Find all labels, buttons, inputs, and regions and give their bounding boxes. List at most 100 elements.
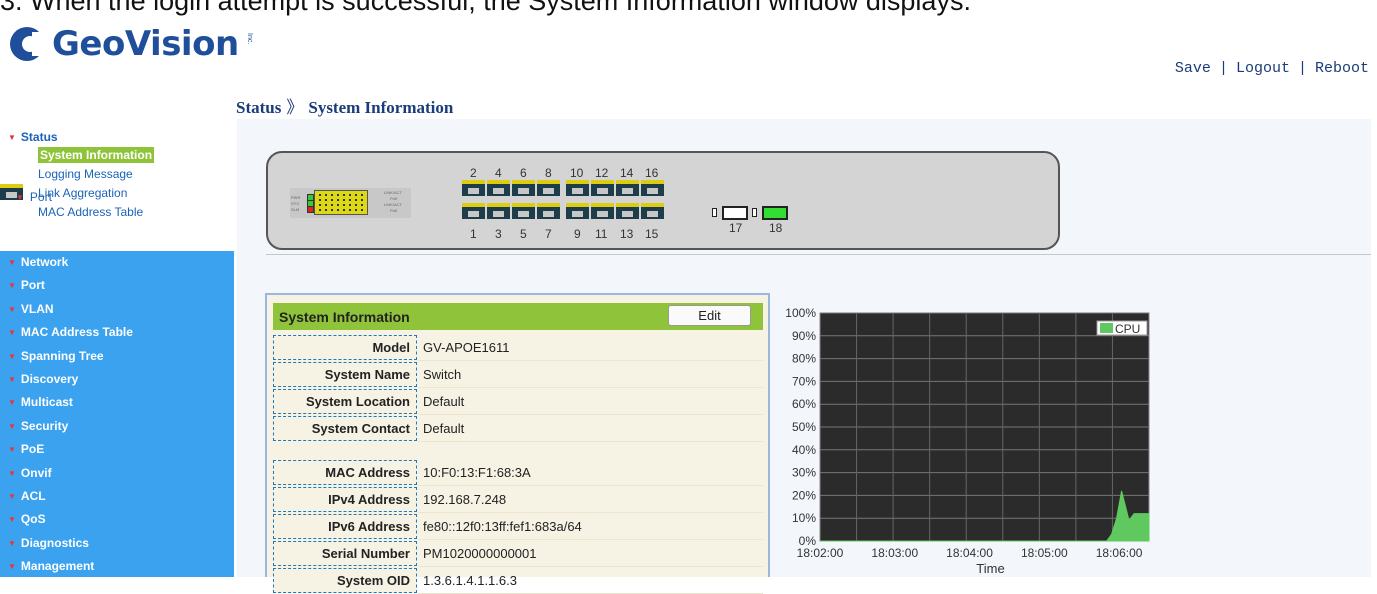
ethernet-port[interactable] <box>641 180 664 196</box>
ethernet-port[interactable] <box>616 203 639 219</box>
sidebar-item-label: Security <box>20 418 69 433</box>
ethernet-port[interactable] <box>487 203 510 219</box>
led-label: SYS <box>291 201 300 206</box>
sidebar-item-diagnostics[interactable]: ▼ Diagnostics <box>0 532 234 555</box>
sidebar-item-label: MAC Address Table <box>20 325 133 340</box>
sidebar-item-port-group[interactable]: ▼ Port <box>0 184 52 204</box>
info-label: System OID <box>273 568 417 593</box>
collapsed-triangle-icon: ▼ <box>8 281 16 291</box>
sidebar-item-acl[interactable]: ▼ ACL <box>0 485 234 508</box>
breadcrumb-chevron-icon: 》 <box>286 98 304 117</box>
sidebar-item-onvif[interactable]: ▼ Onvif <box>0 462 234 485</box>
instruction-caption: 3. When the login attempt is successful,… <box>0 0 971 16</box>
collapsed-triangle-icon: ▼ <box>8 374 16 384</box>
sidebar-item-label: Network <box>20 255 69 269</box>
header-links: Save | Logout | Reboot <box>1175 60 1369 77</box>
info-value: Default <box>423 394 465 409</box>
port-number: 16 <box>645 166 659 180</box>
sidebar-item-label: PoE <box>20 442 45 457</box>
sidebar-item-qos[interactable]: ▼ QoS <box>0 508 234 531</box>
ethernet-port[interactable] <box>641 203 664 219</box>
link-separator: | <box>1297 60 1307 77</box>
expanded-triangle-icon: ▼ <box>8 133 16 142</box>
ethernet-port[interactable] <box>537 203 560 219</box>
sidebar-item-mac-address-table[interactable]: ▼ MAC Address Table <box>0 321 234 344</box>
system-information-panel: System Information Edit Model GV-APOE1611… <box>265 293 770 594</box>
collapsed-triangle-icon: ▼ <box>8 258 16 267</box>
sidebar-item-vlan[interactable]: ▼ VLAN <box>0 298 234 321</box>
ethernet-port[interactable] <box>487 180 510 196</box>
sidebar-item-label: MAC Address Table <box>38 205 144 219</box>
sidebar-item-spanning-tree[interactable]: ▼ Spanning Tree <box>0 345 234 368</box>
collapsed-triangle-icon: ▼ <box>8 491 16 501</box>
sfp-port[interactable] <box>762 206 788 220</box>
y-tick-label: 40% <box>792 443 816 457</box>
switch-front-panel: PWR SYS SLM LINK/ACT PoE LINK/ACT PoE 2 1… <box>266 151 1060 250</box>
ethernet-port[interactable] <box>512 203 535 219</box>
sidebar-item-label: ACL <box>20 488 46 503</box>
ethernet-port[interactable] <box>537 180 560 196</box>
system-led-block: PWR SYS SLM LINK/ACT PoE LINK/ACT PoE <box>290 188 411 218</box>
info-row-ipv4-address: IPv4 Address 192.168.7.248 <box>273 487 763 513</box>
sidebar-item-mac-address-table-status[interactable]: MAC Address Table <box>0 203 234 222</box>
x-tick-label: 18:02:00 <box>797 546 844 560</box>
ethernet-port[interactable] <box>462 180 485 196</box>
led-legend: PoE <box>390 196 398 201</box>
logo-text: GeoVision <box>52 24 239 64</box>
info-label: Model <box>273 335 417 360</box>
sidebar-item-label: VLAN <box>20 301 54 316</box>
led-label: SLM <box>291 207 300 212</box>
collapsed-triangle-icon: ▼ <box>8 421 16 431</box>
sidebar-item-status[interactable]: ▼ Status <box>0 128 234 146</box>
sidebar-item-system-information[interactable]: System Information <box>0 146 234 165</box>
info-label: IPv6 Address <box>273 514 417 539</box>
collapsed-triangle-icon: ▼ <box>8 304 16 314</box>
logout-link[interactable]: Logout <box>1236 60 1290 77</box>
sidebar-item-network[interactable]: ▼ Network <box>0 251 234 274</box>
sidebar-item-security[interactable]: ▼ Security <box>0 415 234 438</box>
sidebar-item-management[interactable]: ▼ Management <box>0 555 234 578</box>
x-tick-label: 18:03:00 <box>871 546 918 560</box>
edit-button[interactable]: Edit <box>668 305 751 326</box>
port-led-grid <box>314 190 368 215</box>
y-tick-label: 70% <box>792 374 816 388</box>
x-tick-label: 18:05:00 <box>1021 546 1068 560</box>
sidebar-item-logging-message[interactable]: Logging Message <box>0 165 234 184</box>
divider <box>266 254 1371 255</box>
info-row-serial-number: Serial Number PM1020000000001 <box>273 541 763 567</box>
x-tick-label: 18:06:00 <box>1096 546 1143 560</box>
y-tick-label: 80% <box>792 352 816 366</box>
sidebar-item-label: Discovery <box>20 371 79 386</box>
sidebar-item-discovery[interactable]: ▼ Discovery <box>0 368 234 391</box>
ethernet-port[interactable] <box>591 180 614 196</box>
ethernet-port[interactable] <box>616 180 639 196</box>
info-value: fe80::12f0:13ff:fef1:683a/64 <box>423 519 582 534</box>
ethernet-port[interactable] <box>591 203 614 219</box>
info-value: 1.3.6.1.4.1.1.6.3 <box>423 573 517 588</box>
sidebar-item-poe[interactable]: ▼ PoE <box>0 438 234 461</box>
sidebar-item-port[interactable]: ▼ Port <box>0 274 234 297</box>
led-legend: PoE <box>390 208 398 213</box>
logo-mark-icon <box>10 27 50 61</box>
expanded-triangle-icon: ▼ <box>16 193 24 202</box>
port-number: 13 <box>620 227 634 241</box>
info-value: GV-APOE1611 <box>423 340 510 355</box>
y-tick-label: 50% <box>792 420 816 434</box>
legend-swatch <box>1100 323 1113 333</box>
save-link[interactable]: Save <box>1175 60 1211 77</box>
ethernet-port[interactable] <box>462 203 485 219</box>
y-tick-label: 10% <box>792 511 816 525</box>
collapsed-triangle-icon: ▼ <box>8 445 16 455</box>
port-number: 3 <box>495 227 502 241</box>
sfp-led-icon <box>752 208 757 217</box>
reboot-link[interactable]: Reboot <box>1315 60 1369 77</box>
sfp-port[interactable] <box>722 206 748 220</box>
ethernet-port[interactable] <box>512 180 535 196</box>
sidebar-item-multicast[interactable]: ▼ Multicast <box>0 391 234 414</box>
ethernet-port[interactable] <box>566 203 589 219</box>
info-label: Serial Number <box>273 541 417 566</box>
ethernet-port[interactable] <box>566 180 589 196</box>
sidebar-item-label: Multicast <box>20 395 73 410</box>
port-number: 6 <box>520 166 527 180</box>
info-value: Switch <box>423 367 462 382</box>
